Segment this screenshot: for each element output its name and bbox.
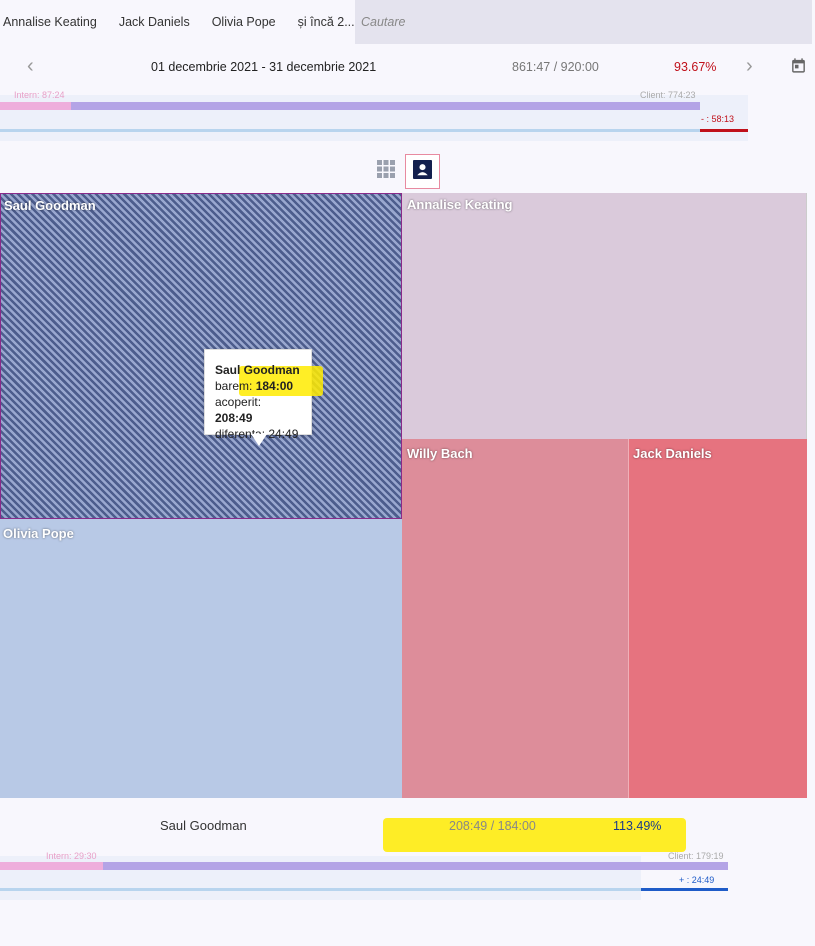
total-bar xyxy=(0,129,700,132)
treemap-cell-label: Jack Daniels xyxy=(633,446,712,461)
selected-name: Saul Goodman xyxy=(160,818,247,833)
next-period-button[interactable]: › xyxy=(746,55,753,77)
selected-surplus-bar xyxy=(641,888,728,891)
treemap-tooltip: Saul Goodman barem: 184:00 acoperit: 208… xyxy=(204,349,323,446)
tab-annalise-keating[interactable]: Annalise Keating xyxy=(0,15,108,29)
treemap-cell-label: Olivia Pope xyxy=(3,526,74,541)
treemap-cell-olivia-pope[interactable]: Olivia Pope xyxy=(0,519,402,798)
person-view-button[interactable] xyxy=(405,154,440,189)
prev-period-button[interactable]: ‹ xyxy=(27,55,34,77)
tooltip-acoperit-value: 208:49 xyxy=(215,411,253,425)
selected-client-label: Client: 179:19 xyxy=(668,851,724,861)
period-range: 01 decembrie 2021 - 31 decembrie 2021 xyxy=(151,60,377,74)
tooltip-diferenta: diferenta: 24:49 xyxy=(215,427,299,441)
deficit-bar xyxy=(700,129,748,132)
person-icon xyxy=(413,159,432,184)
selected-diff-label: + : 24:49 xyxy=(679,875,715,885)
treemap-cell-label: Annalise Keating xyxy=(407,197,513,212)
tooltip-barem-value: 184:00 xyxy=(255,379,294,393)
selected-total-bar xyxy=(0,888,641,891)
selected-percent: 113.49% xyxy=(613,819,662,833)
intern-label: Intern: 87:24 xyxy=(14,90,65,100)
tooltip-acoperit-label: acoperit: xyxy=(215,395,262,409)
treemap-cell-annalise-keating[interactable]: Annalise Keating xyxy=(402,193,807,439)
tooltip-title: Saul Goodman xyxy=(215,363,300,377)
selected-intern-bar xyxy=(0,862,103,870)
tab-jack-daniels[interactable]: Jack Daniels xyxy=(108,15,201,29)
search-input[interactable] xyxy=(355,0,812,44)
grid-icon xyxy=(376,159,396,184)
treemap-cell-jack-daniels[interactable]: Jack Daniels xyxy=(628,439,807,798)
client-label: Client: 774:23 xyxy=(640,90,696,100)
tab-more[interactable]: și încă 2... xyxy=(287,15,366,29)
search-box xyxy=(355,0,812,44)
client-bar xyxy=(71,102,700,110)
person-tabs: Annalise Keating Jack Daniels Olivia Pop… xyxy=(0,0,355,44)
diff-label: - : 58:13 xyxy=(701,114,735,124)
calendar-icon[interactable] xyxy=(790,57,807,74)
tooltip-barem-label: barem: xyxy=(215,379,253,393)
treemap-cell-willy-bach[interactable]: Willy Bach xyxy=(402,439,628,798)
treemap-cell-label: Willy Bach xyxy=(407,446,473,461)
intern-bar xyxy=(0,102,71,110)
selected-intern-label: Intern: 29:30 xyxy=(46,851,97,861)
grid-view-button[interactable] xyxy=(370,155,402,187)
tab-olivia-pope[interactable]: Olivia Pope xyxy=(201,15,287,29)
period-hours: 861:47 / 920:00 xyxy=(512,60,599,74)
selected-client-bar xyxy=(103,862,728,870)
treemap-cell-label: Saul Goodman xyxy=(4,198,96,213)
period-percent: 93.67% xyxy=(674,60,717,74)
selected-hours: 208:49 / 184:00 xyxy=(449,819,536,833)
treemap-cell-saul-goodman[interactable]: Saul Goodman xyxy=(0,193,402,519)
